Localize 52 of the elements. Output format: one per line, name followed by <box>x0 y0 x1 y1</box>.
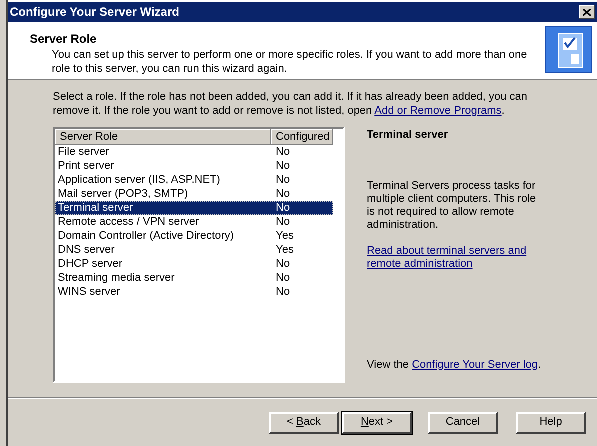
close-button[interactable] <box>579 5 595 19</box>
role-row[interactable]: Print server No <box>55 159 333 173</box>
wizard-button[interactable]: < Back <box>269 412 339 434</box>
role-cell-text: Mail server (POP3, SMTP) <box>57 188 190 200</box>
configured-cell-text: No <box>275 202 290 214</box>
log-text: View the Configure Your Server log. <box>367 358 542 372</box>
configured-cell-text: No <box>275 188 290 200</box>
configured-cell-text: No <box>275 160 290 172</box>
role-row[interactable]: Streaming media server No <box>55 271 333 285</box>
configured-cell-text: No <box>275 174 290 186</box>
role-cell-text: Domain Controller (Active Directory) <box>57 230 236 242</box>
configured-cell-text: Yes <box>275 230 294 242</box>
role-cell-text: Terminal server <box>57 202 134 214</box>
configured-cell-text: No <box>275 146 290 158</box>
server-log-link[interactable]: Configure Your Server log <box>412 358 538 370</box>
role-row[interactable]: WINS server No <box>55 285 333 299</box>
role-cell-text: Remote access / VPN server <box>57 216 200 228</box>
configured-cell-text: No <box>275 272 290 284</box>
wizard-button[interactable]: Help <box>516 412 586 434</box>
role-cell-text: Application server (IIS, ASP.NET) <box>57 174 222 186</box>
role-row[interactable]: Remote access / VPN server No <box>55 215 333 229</box>
role-row[interactable]: Terminal server No <box>55 201 333 215</box>
role-cell-text: Streaming media server <box>57 272 176 284</box>
column-header[interactable]: Server Role <box>55 129 271 145</box>
configured-cell-text: No <box>275 258 290 270</box>
role-cell-text: Print server <box>57 160 116 172</box>
configured-cell-text: Yes <box>275 244 294 256</box>
role-cell-text: WINS server <box>57 286 122 298</box>
details-description: Terminal Servers process tasks for multiple client computers. This role is not required to allow remote administration. <box>367 180 538 232</box>
role-row[interactable]: Application server (IIS, ASP.NET) No <box>55 173 333 187</box>
column-header[interactable]: Configured <box>271 129 333 145</box>
add-remove-programs-link[interactable]: Add or Remove Programs <box>374 105 502 117</box>
configured-cell-text: No <box>275 286 290 298</box>
role-row[interactable]: DNS server Yes <box>55 243 333 257</box>
role-cell-text: File server <box>57 146 110 158</box>
checklist-icon <box>545 26 593 74</box>
terminal-servers-link[interactable]: Read about terminal servers and remote administration <box>367 244 547 270</box>
role-row[interactable]: DHCP server No <box>55 257 333 271</box>
role-cell-text: DNS server <box>57 244 116 256</box>
role-row[interactable]: File server No <box>55 145 333 159</box>
configured-cell-text: No <box>275 216 290 228</box>
role-cell-text: DHCP server <box>57 258 124 270</box>
role-row[interactable]: Domain Controller (Active Directory) Yes <box>55 229 333 243</box>
details-title: Terminal server <box>367 128 450 143</box>
wizard-button[interactable]: Next > <box>342 412 412 434</box>
close-icon <box>583 8 591 16</box>
wizard-button[interactable]: Cancel <box>428 412 498 434</box>
role-row[interactable]: Mail server (POP3, SMTP) No <box>55 187 333 201</box>
header-description: You can set up this server to perform one or more specific roles. If you want to add more than one role to this server, you can run this wizard again. <box>51 48 528 76</box>
instructions-text: Select a role. If the role has not been added, you can add it. If it has already been added, you can remove it. If the role you want to add or remove is not listed, open Add or Remove Programs. <box>53 90 529 118</box>
window-title: Configure Your Server Wizard <box>10 4 180 21</box>
header-title: Server Role <box>30 31 98 48</box>
